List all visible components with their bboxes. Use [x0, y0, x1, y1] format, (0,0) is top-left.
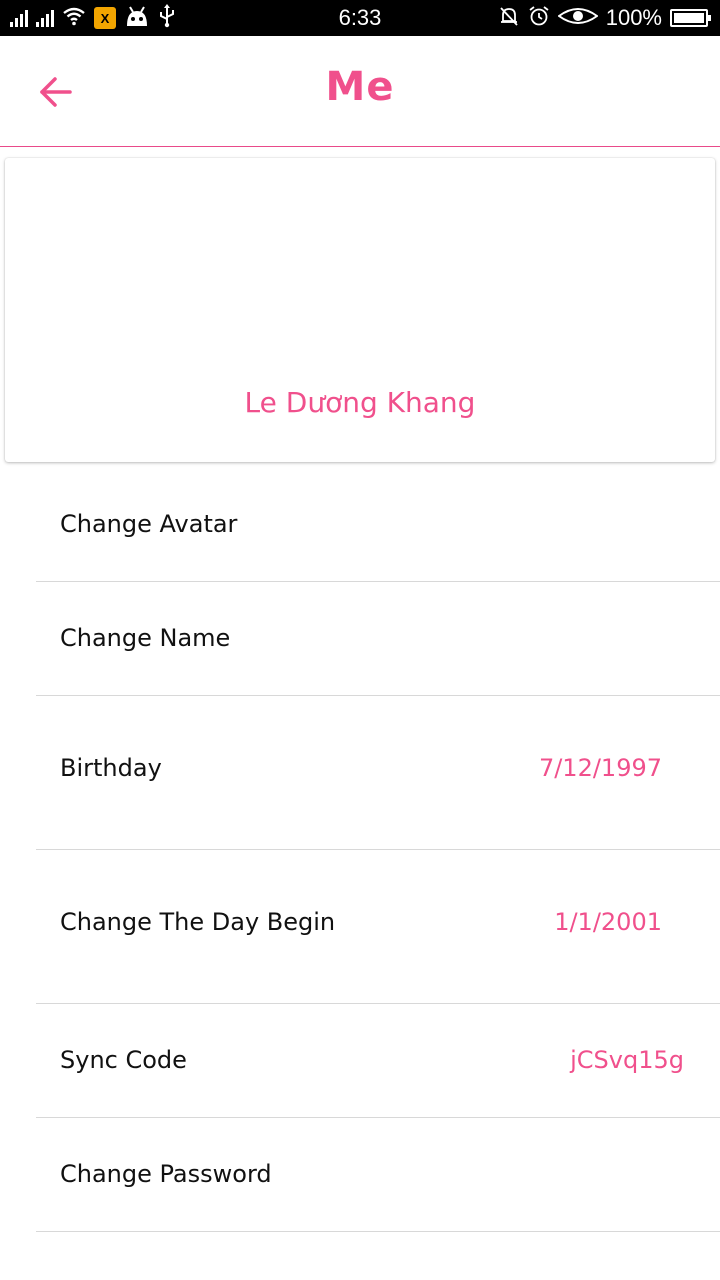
settings-item-label: Change The Day Begin — [60, 908, 336, 936]
settings-item-day-begin[interactable]: Change The Day Begin 1/1/2001 — [0, 850, 720, 1004]
battery-level — [674, 13, 704, 23]
settings-item-birthday[interactable]: Birthday 7/12/1997 — [0, 696, 720, 850]
battery-percent: 100% — [605, 5, 662, 30]
settings-list: Change Avatar Change Name Birthday 7/12/… — [0, 467, 720, 1232]
page-title: Me — [325, 64, 395, 110]
birthday-value: 7/12/1997 — [538, 754, 662, 782]
settings-item-label: Change Name — [60, 624, 231, 652]
settings-item-change-password[interactable]: Change Password — [0, 1118, 720, 1232]
bell-off-icon — [498, 5, 520, 32]
settings-item-change-avatar[interactable]: Change Avatar — [0, 467, 720, 582]
profile-card: Le Dương Khang — [5, 158, 715, 462]
settings-item-sync-code[interactable]: Sync Code jCSvq15g — [0, 1004, 720, 1118]
divider — [36, 1231, 720, 1232]
battery-icon — [670, 9, 711, 27]
app-bar: Me — [0, 36, 720, 147]
sync-code-value: jCSvq15g — [570, 1046, 684, 1074]
day-begin-value: 1/1/2001 — [554, 908, 662, 936]
settings-item-change-name[interactable]: Change Name — [0, 582, 720, 696]
settings-item-label: Change Avatar — [60, 510, 238, 538]
status-bar: X 6:33 100% — [0, 0, 720, 36]
settings-item-label: Change Password — [60, 1160, 272, 1188]
status-right-icons: 100% — [498, 4, 711, 32]
profile-name: Le Dương Khang — [244, 386, 476, 419]
alarm-icon — [528, 5, 550, 32]
settings-item-label: Sync Code — [60, 1046, 187, 1074]
settings-item-label: Birthday — [60, 754, 162, 782]
eye-icon — [557, 6, 599, 31]
